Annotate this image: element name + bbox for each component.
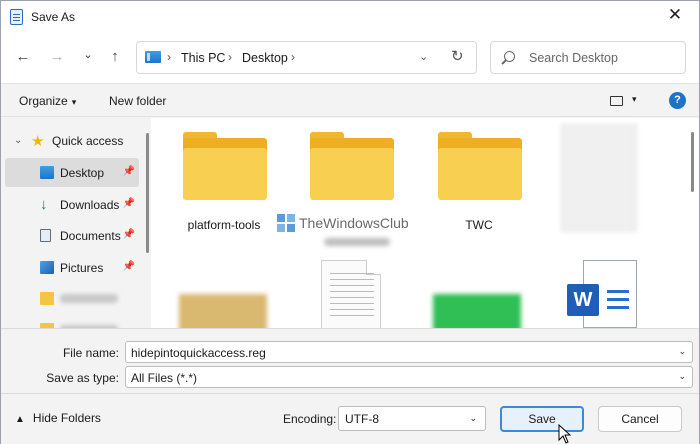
folder-label: TWC xyxy=(465,218,493,232)
sidebar-item-pictures[interactable]: Pictures 📌 xyxy=(5,253,139,282)
navigation-pane: ⌄ ★ Quick access Desktop 📌 ↓ Downloads 📌… xyxy=(1,118,151,328)
pin-icon: 📌 xyxy=(122,198,135,209)
folder-icon xyxy=(310,132,394,200)
help-icon[interactable]: ? xyxy=(669,92,686,109)
chevron-down-icon[interactable]: ⌄ xyxy=(419,50,428,63)
sidebar-item-label: Downloads xyxy=(60,198,120,212)
sidebar-item-label: Desktop xyxy=(60,166,105,180)
filename-input[interactable]: hidepintoquickaccess.reg xyxy=(131,346,266,360)
recent-locations-icon[interactable]: ⌄ xyxy=(78,45,98,65)
pin-icon: 📌 xyxy=(122,166,135,177)
organize-button[interactable]: Organize ▾ xyxy=(19,94,76,108)
filename-label: File name: xyxy=(62,346,119,360)
chevron-right-icon[interactable]: › xyxy=(291,50,295,64)
navigation-bar: ← → ⌄ ↑ › This PC › Desktop › ⌄ ↻ Search… xyxy=(1,33,699,83)
up-icon[interactable]: ↑ xyxy=(105,47,125,67)
blurred-label xyxy=(60,294,118,303)
refresh-icon[interactable]: ↻ xyxy=(451,47,464,65)
breadcrumb-desktop[interactable]: Desktop xyxy=(242,51,288,65)
hide-folders-label: Hide Folders xyxy=(32,411,101,425)
encoding-label: Encoding: xyxy=(283,412,337,426)
search-input[interactable]: Search Desktop xyxy=(529,51,618,65)
caret-down-icon[interactable]: ▾ xyxy=(632,94,637,105)
content-scrollbar[interactable] xyxy=(687,118,699,328)
encoding-value: UTF-8 xyxy=(345,412,379,426)
save-as-dialog: Save As ✕ ← → ⌄ ↑ › This PC › Desktop › … xyxy=(0,0,700,444)
sidebar-scrollbar[interactable] xyxy=(146,133,149,253)
document-thumbnail[interactable] xyxy=(321,260,381,328)
blurred-thumbnail[interactable] xyxy=(179,294,267,328)
mouse-cursor-icon xyxy=(558,424,572,444)
view-icon[interactable] xyxy=(610,96,623,106)
organize-label: Organize xyxy=(19,94,68,108)
download-icon: ↓ xyxy=(40,196,48,213)
folder-item[interactable]: TWC xyxy=(436,132,546,252)
file-list: platform-tools TheWindowsClub TWC W xyxy=(151,118,699,328)
chevron-down-icon[interactable]: ⌄ xyxy=(678,371,686,382)
address-bar[interactable]: › This PC › Desktop › ⌄ ↻ xyxy=(136,41,477,74)
folder-item[interactable]: platform-tools xyxy=(170,132,280,252)
notepad-icon xyxy=(10,9,23,25)
pin-icon: 📌 xyxy=(122,229,135,240)
filename-field[interactable]: hidepintoquickaccess.reg ⌄ xyxy=(125,341,693,363)
save-form: File name: hidepintoquickaccess.reg ⌄ Sa… xyxy=(1,328,699,388)
sidebar-item-documents[interactable]: Documents 📌 xyxy=(5,221,139,250)
folder-icon xyxy=(40,292,54,305)
chevron-down-icon[interactable]: ⌄ xyxy=(14,135,22,146)
caret-down-icon: ▾ xyxy=(71,97,77,107)
star-icon: ★ xyxy=(31,133,45,150)
encoding-select[interactable]: UTF-8 ⌄ xyxy=(338,406,486,431)
word-document-icon[interactable]: W xyxy=(567,260,637,328)
sidebar-item-blurred-folder[interactable] xyxy=(5,315,139,328)
watermark-logo-icon xyxy=(277,214,295,232)
chevron-down-icon[interactable]: ⌄ xyxy=(678,346,686,357)
pictures-icon xyxy=(40,261,54,274)
close-icon[interactable]: ✕ xyxy=(663,5,687,25)
sidebar-item-quick-access[interactable]: ⌄ ★ Quick access xyxy=(5,126,139,155)
hide-folders-button[interactable]: ▲ Hide Folders xyxy=(15,411,101,425)
folder-item[interactable] xyxy=(304,132,414,252)
watermark-text: TheWindowsClub xyxy=(299,215,409,231)
forward-icon[interactable]: → xyxy=(47,47,67,67)
sidebar-item-downloads[interactable]: ↓ Downloads 📌 xyxy=(5,190,139,219)
this-pc-icon xyxy=(145,51,161,63)
sidebar-item-desktop[interactable]: Desktop 📌 xyxy=(5,158,139,187)
chevron-down-icon[interactable]: ⌄ xyxy=(469,413,477,424)
desktop-icon xyxy=(40,166,54,179)
folder-label: platform-tools xyxy=(187,218,261,232)
chevron-right-icon[interactable]: › xyxy=(228,50,232,64)
sidebar-item-blurred-folder[interactable] xyxy=(5,284,139,313)
window-title: Save As xyxy=(31,10,76,24)
search-box[interactable]: Search Desktop xyxy=(490,41,686,74)
folder-icon xyxy=(183,132,267,200)
cancel-button[interactable]: Cancel xyxy=(598,406,682,432)
savetype-value: All Files (*.*) xyxy=(131,371,198,385)
savetype-select[interactable]: All Files (*.*) ⌄ xyxy=(125,366,693,388)
blurred-thumbnail[interactable] xyxy=(433,294,521,328)
blurred-label xyxy=(324,238,390,246)
folder-icon xyxy=(438,132,522,200)
blurred-thumbnail[interactable] xyxy=(561,124,637,232)
new-folder-button[interactable]: New folder xyxy=(109,94,166,108)
sidebar-item-label: Pictures xyxy=(60,261,104,275)
back-icon[interactable]: ← xyxy=(13,47,33,67)
command-bar: Organize ▾ New folder ▾ ? xyxy=(1,83,699,117)
search-icon xyxy=(504,51,515,62)
breadcrumb-this-pc[interactable]: This PC xyxy=(181,51,225,65)
title-bar: Save As ✕ xyxy=(1,1,699,33)
pin-icon: 📌 xyxy=(122,261,135,272)
sidebar-item-label: Quick access xyxy=(52,134,124,148)
savetype-label: Save as type: xyxy=(46,371,119,385)
chevron-right-icon: › xyxy=(167,50,171,64)
chevron-up-icon: ▲ xyxy=(15,414,25,425)
documents-icon xyxy=(40,229,51,242)
dialog-footer: ▲ Hide Folders Encoding: UTF-8 ⌄ Save Can… xyxy=(1,393,699,444)
sidebar-item-label: Documents xyxy=(60,229,121,243)
